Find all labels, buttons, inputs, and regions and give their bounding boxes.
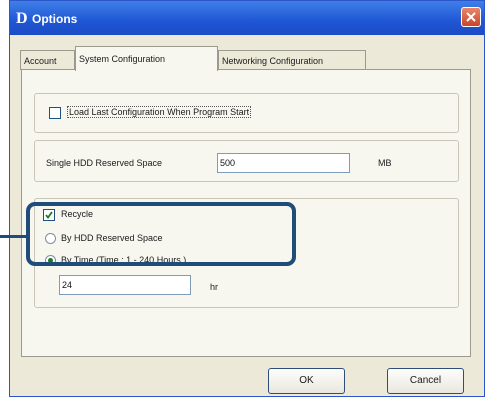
- callout-line: [0, 235, 27, 238]
- load-last-label: Load Last Configuration When Program Sta…: [67, 106, 252, 118]
- hdd-reserved-label: Single HDD Reserved Space: [46, 158, 163, 168]
- hdd-reserved-unit: MB: [378, 158, 392, 168]
- app-logo-icon: D: [16, 10, 28, 27]
- options-window: D Options Account System Configuration N…: [9, 0, 485, 397]
- close-button[interactable]: [461, 7, 481, 27]
- tab-networking-configuration[interactable]: Networking Configuration: [218, 50, 366, 70]
- title-bar: D Options: [10, 1, 484, 35]
- load-last-group: Load Last Configuration When Program Sta…: [34, 93, 459, 133]
- hdd-reserved-input[interactable]: [217, 153, 350, 173]
- hdd-reserved-group: Single HDD Reserved Space MB: [34, 140, 459, 182]
- highlight-box: [26, 202, 296, 266]
- load-last-checkbox[interactable]: [49, 107, 61, 119]
- close-icon: [466, 12, 476, 22]
- tab-account[interactable]: Account: [20, 50, 75, 70]
- by-time-input[interactable]: [59, 275, 191, 295]
- tab-system-configuration[interactable]: System Configuration: [75, 46, 218, 71]
- ok-button[interactable]: OK: [268, 368, 345, 394]
- cancel-button[interactable]: Cancel: [387, 368, 464, 394]
- window-title: Options: [32, 12, 78, 26]
- by-time-unit: hr: [210, 282, 219, 292]
